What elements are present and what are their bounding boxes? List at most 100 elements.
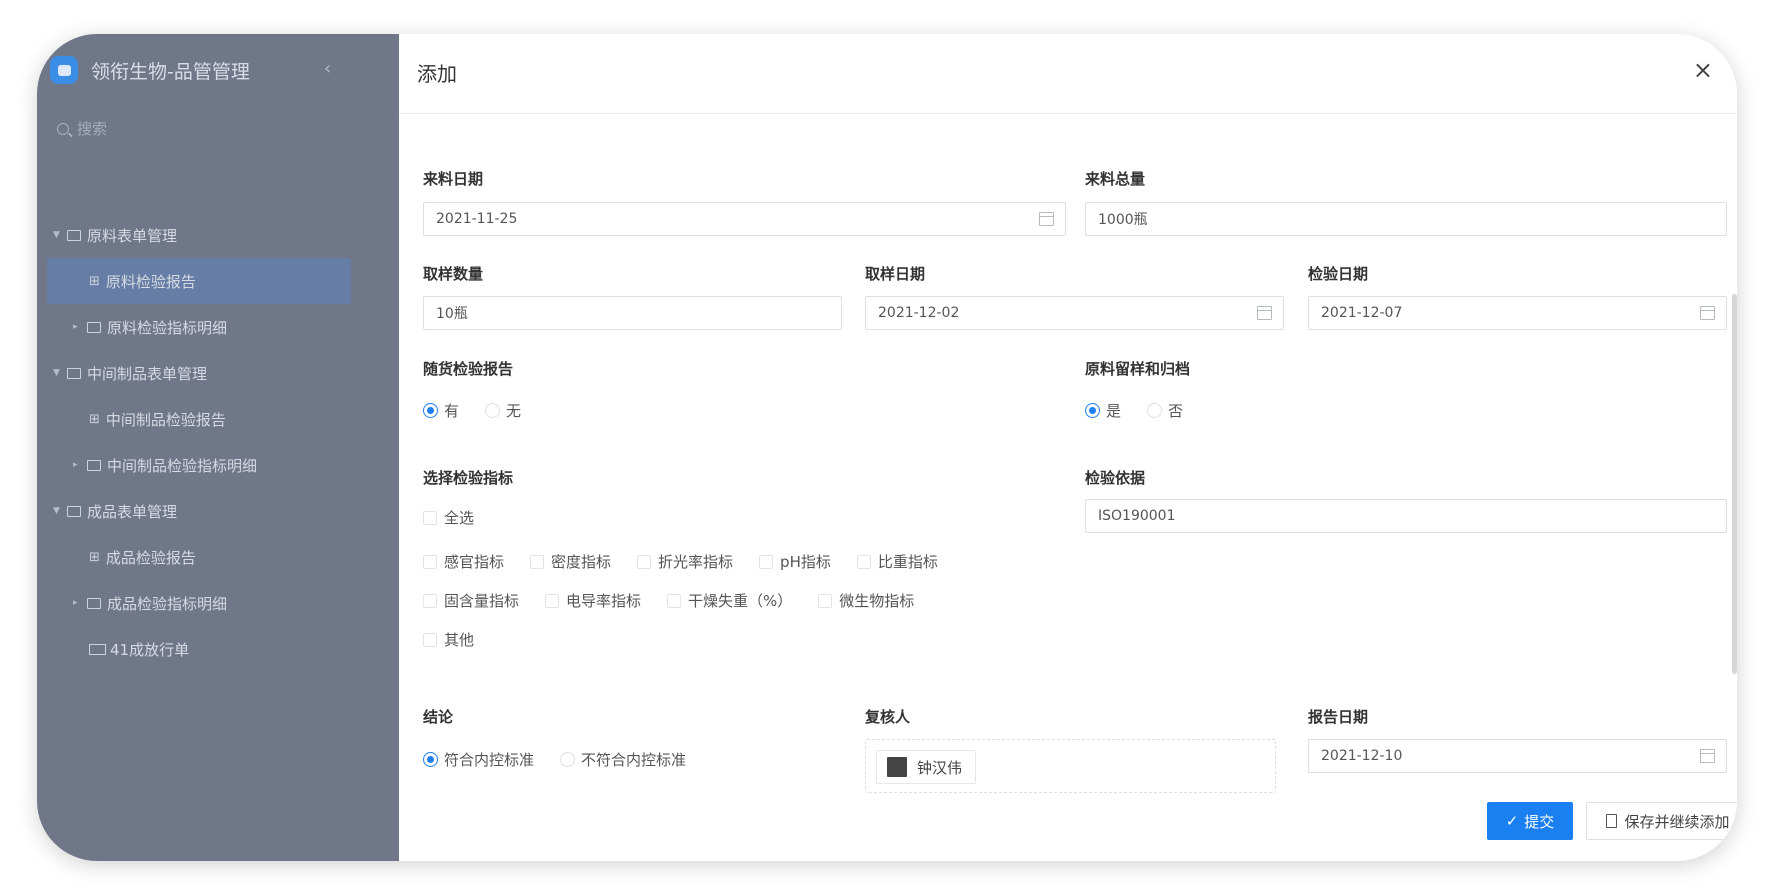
sample-qty-label: 取样数量 [423,265,484,283]
calendar-icon[interactable] [1039,212,1054,226]
search-icon [57,122,69,135]
sidebar-item-label: 中间制品检验指标明细 [107,456,258,475]
arrival-date-input[interactable]: 2021-11-25 [423,202,1066,236]
collapse-sidebar-icon[interactable]: ‹ [324,58,331,79]
checkbox-specific-gravity[interactable]: 比重指标 [856,551,938,572]
sidebar-item-raw-material-forms[interactable]: ▼ 原料表单管理 [37,212,399,258]
checkbox-microbial[interactable]: 微生物指标 [818,590,914,611]
sidebar-item-product-indicators[interactable]: ▸ 成品检验指标明细 [37,580,399,626]
checkbox-ph[interactable]: pH指标 [759,551,831,572]
folder-icon [67,229,81,241]
radio-label: 符合内控标准 [444,751,535,769]
radio-yes[interactable]: 是 [1085,400,1121,421]
checkbox-sensory[interactable]: 感官指标 [423,551,504,572]
checkbox-label: 比重指标 [877,553,938,571]
arrival-date-value: 2021-11-25 [436,211,518,227]
radio-has-report[interactable]: 有 [423,400,459,421]
sidebar-search[interactable]: 搜索 [57,118,107,139]
add-dialog: 添加 × 来料日期 2021-11-25 来料总量 1000瓶 取样数量 10瓶… [399,34,1737,861]
checkbox-refractive[interactable]: 折光率指标 [637,551,733,572]
folder-icon [87,597,101,609]
checkbox-icon [856,554,871,569]
save-continue-label: 保存并继续添加 [1624,812,1730,831]
checkbox-label: 感官指标 [444,553,505,571]
checkbox-label: 干燥失重（%） [688,592,793,610]
submit-button[interactable]: ✓ 提交 [1487,802,1573,840]
checkbox-label: 其他 [444,631,475,649]
reviewer-picker[interactable]: 钟汉伟 [865,739,1276,793]
basis-input[interactable]: ISO190001 [1085,499,1727,533]
checkbox-conductivity[interactable]: 电导率指标 [545,590,641,611]
radio-unchecked-icon [560,752,576,767]
checkbox-icon [637,554,652,569]
checkbox-drying-loss[interactable]: 干燥失重（%） [667,590,792,611]
arrival-date-label: 来料日期 [423,170,484,188]
collapsed-caret-icon: ▸ [73,598,78,608]
report-icon: ⊞ [89,411,100,427]
checkbox-density[interactable]: 密度指标 [530,551,611,572]
report-icon: ⊞ [89,273,100,289]
checkbox-label: 电导率指标 [566,592,642,610]
sample-qty-input[interactable]: 10瓶 [423,296,842,330]
sidebar-item-product-report[interactable]: ⊞ 成品检验报告 [37,534,399,580]
release-form-icon [89,643,106,655]
checkbox-icon [423,593,437,608]
close-icon[interactable]: × [1693,56,1713,84]
sidebar-item-raw-material-indicators[interactable]: ▸ 原料检验指标明细 [37,304,399,350]
sidebar-item-release-form[interactable]: 41成放行单 [37,626,399,672]
search-placeholder: 搜索 [77,120,108,138]
report-date-value: 2021-12-10 [1321,748,1403,764]
sample-date-input[interactable]: 2021-12-02 [865,296,1284,330]
collapsed-caret-icon: ▸ [73,460,78,470]
dialog-scrollbar[interactable] [1732,294,1737,674]
conclusion-label: 结论 [423,708,454,726]
app-logo-icon [50,56,78,84]
calendar-icon[interactable] [1700,749,1715,763]
sidebar-item-product-forms[interactable]: ▼ 成品表单管理 [37,488,399,534]
sidebar-item-intermediate-indicators[interactable]: ▸ 中间制品检验指标明细 [37,442,399,488]
sidebar-item-intermediate-report[interactable]: ⊞ 中间制品检验报告 [37,396,399,442]
checkbox-icon [545,593,560,608]
radio-compliant[interactable]: 符合内控标准 [423,749,534,770]
calendar-icon[interactable] [1257,306,1272,320]
inspect-date-input[interactable]: 2021-12-07 [1308,296,1727,330]
sidebar-item-raw-material-report[interactable]: ⊞ 原料检验报告 [47,258,351,304]
report-icon: ⊞ [89,549,100,565]
arrival-total-value: 1000瓶 [1098,212,1148,228]
folder-icon [67,367,81,379]
checkbox-label: 折光率指标 [658,553,734,571]
radio-checked-icon [1085,403,1100,418]
report-date-input[interactable]: 2021-12-10 [1308,739,1727,773]
checkbox-other[interactable]: 其他 [423,629,474,650]
sidebar-item-label: 原料表单管理 [87,226,178,245]
radio-unchecked-icon [485,403,501,418]
indicators-row-2: 固含量指标 电导率指标 干燥失重（%） 微生物指标 [423,590,940,611]
radio-unchecked-icon [1147,403,1163,418]
save-continue-button[interactable]: 保存并继续添加 [1586,802,1737,840]
checkbox-icon [530,554,545,569]
reviewer-tag[interactable]: 钟汉伟 [876,750,976,784]
calendar-icon[interactable] [1700,306,1715,320]
radio-no-report[interactable]: 无 [485,400,521,421]
arrival-total-input[interactable]: 1000瓶 [1085,202,1727,236]
sidebar-item-intermediate-forms[interactable]: ▼ 中间制品表单管理 [37,350,399,396]
conclusion-radio-group: 符合内控标准 不符合内控标准 [423,749,712,770]
radio-no[interactable]: 否 [1147,400,1183,421]
reviewer-label: 复核人 [865,708,911,726]
radio-non-compliant[interactable]: 不符合内控标准 [560,749,686,770]
basis-label: 检验依据 [1085,469,1146,487]
radio-label: 否 [1168,402,1184,420]
checkbox-label: 微生物指标 [839,592,915,610]
check-icon: ✓ [1505,812,1519,830]
checkbox-solid-content[interactable]: 固含量指标 [423,590,519,611]
inspect-date-label: 检验日期 [1308,265,1369,283]
folder-icon [67,505,81,517]
sidebar-item-label: 原料检验指标明细 [107,318,228,337]
checkbox-icon [423,632,437,647]
document-icon [1606,814,1618,828]
retain-archive-label: 原料留样和归档 [1085,360,1191,378]
sidebar-item-label: 中间制品表单管理 [87,364,208,383]
radio-label: 不符合内控标准 [581,751,687,769]
app-title: 领衔生物-品管管理 [91,60,250,83]
select-all-checkbox[interactable]: 全选 [423,507,500,528]
